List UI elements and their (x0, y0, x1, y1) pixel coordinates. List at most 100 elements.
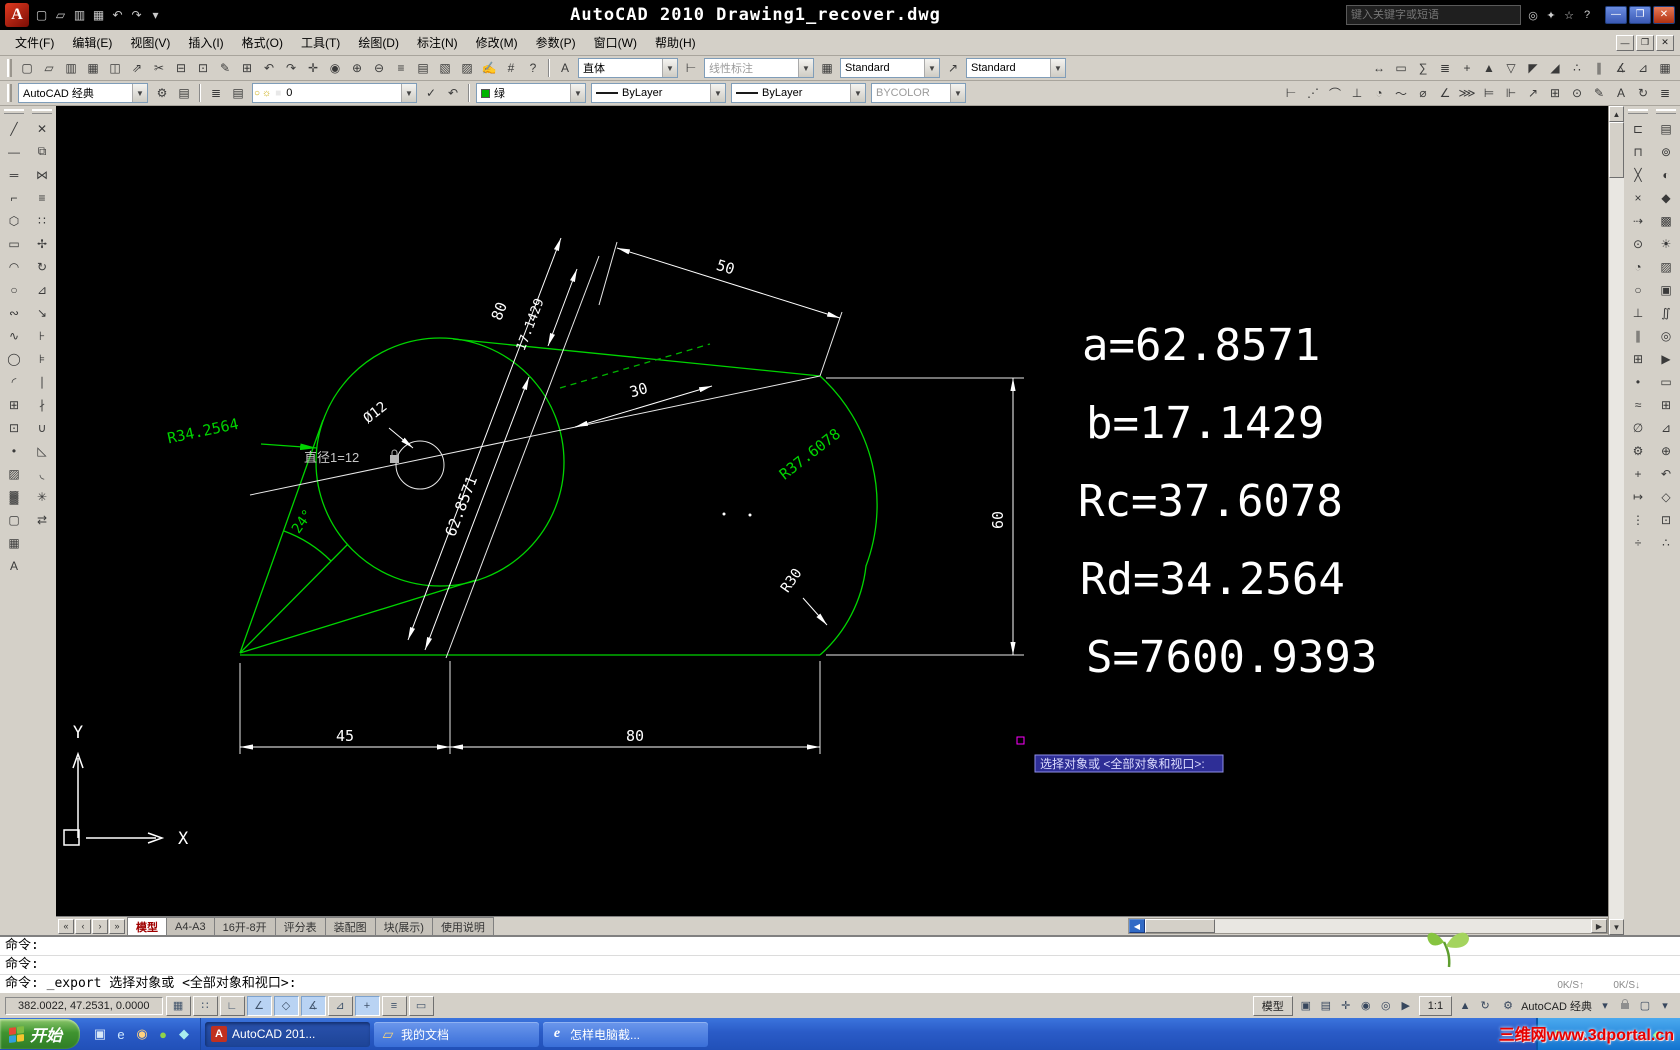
revision-cloud[interactable]: ∾ (2, 301, 26, 324)
infocenter-help-icon[interactable]: ? (1578, 6, 1596, 24)
first-tab-button[interactable]: « (58, 918, 74, 934)
menu-modify[interactable]: 修改(M) (467, 30, 527, 55)
dim-style-manager[interactable]: ≣ (1654, 83, 1676, 104)
snap-toggle[interactable]: ▦ (165, 995, 191, 1016)
new-file[interactable]: ▢ (16, 58, 38, 79)
chevron-down-icon[interactable]: ▼ (662, 59, 677, 77)
orbit-3d[interactable]: ⊚ (1654, 140, 1678, 163)
make-block[interactable]: ⊡ (2, 416, 26, 439)
menu-dimension[interactable]: 标注(N) (408, 30, 467, 55)
units[interactable]: ∡ (1610, 58, 1632, 79)
toolbar-grip[interactable] (7, 84, 12, 102)
menu-edit[interactable]: 编辑(E) (63, 30, 121, 55)
zoom-window[interactable]: ⊕ (346, 58, 368, 79)
dyn-toggle[interactable]: + (354, 995, 380, 1016)
point-style[interactable]: ∴ (1566, 58, 1588, 79)
pan-realtime[interactable]: ✛ (302, 58, 324, 79)
snap-to-intersection[interactable]: ╳ (1626, 163, 1650, 186)
help[interactable]: ? (522, 58, 544, 79)
tab-model[interactable]: 模型 (127, 917, 167, 935)
qat-plot[interactable]: ▦ (89, 6, 108, 25)
dim-linear[interactable]: ⊢ (1280, 83, 1302, 104)
menu-help[interactable]: 帮助(H) (646, 30, 705, 55)
quick-launch-msn[interactable]: ◆ (175, 1025, 193, 1043)
menu-view[interactable]: 视图(V) (121, 30, 179, 55)
ucs-object[interactable]: ⊡ (1654, 508, 1678, 531)
style-icon[interactable]: A (554, 58, 576, 79)
snap-to-midpoint[interactable]: ⊓ (1626, 140, 1650, 163)
polar-toggle[interactable]: ∠ (246, 995, 272, 1016)
dim-radius[interactable]: ◔ (1368, 83, 1390, 104)
sheet-set-manager[interactable]: ▨ (456, 58, 478, 79)
hide[interactable]: ◆ (1654, 186, 1678, 209)
lineweight-combo[interactable]: ByLayer ▼ (731, 83, 866, 103)
chevron-down-icon[interactable]: ▼ (570, 84, 585, 102)
app-menu-logo[interactable]: A (5, 3, 29, 27)
toolbar-grip[interactable] (32, 109, 52, 114)
named-views[interactable]: ▤ (1654, 117, 1678, 140)
extend[interactable]: ⊧ (30, 347, 54, 370)
copy[interactable]: ⧉ (30, 140, 54, 163)
show-motion[interactable]: ▶ (1654, 347, 1678, 370)
tab-a4-a3[interactable]: A4-A3 (166, 917, 215, 935)
style-icon[interactable]: ⊢ (680, 58, 702, 79)
maximize-button[interactable]: ❐ (1629, 6, 1651, 24)
communication-center-icon[interactable]: ✦ (1542, 6, 1560, 24)
dim-ordinate[interactable]: ⊥ (1346, 83, 1368, 104)
ortho-toggle[interactable]: ∟ (219, 995, 245, 1016)
annotation-autoscale[interactable]: ↻ (1475, 996, 1495, 1016)
osnap-toggle[interactable]: ◇ (273, 995, 299, 1016)
rotate[interactable]: ↻ (30, 255, 54, 278)
cut-clip[interactable]: ✂ (148, 58, 170, 79)
break-at-point[interactable]: ∣ (30, 370, 54, 393)
start-button[interactable]: 开始 (0, 1019, 81, 1049)
trim[interactable]: ⊦ (30, 324, 54, 347)
undo[interactable]: ↶ (258, 58, 280, 79)
pan-tool[interactable]: ✛ (1336, 996, 1356, 1016)
save-file[interactable]: ▥ (60, 58, 82, 79)
draworder-back[interactable]: ▽ (1500, 58, 1522, 79)
draworder-front[interactable]: ▲ (1478, 58, 1500, 79)
menu-parametric[interactable]: 参数(P) (527, 30, 585, 55)
snap-to-node[interactable]: • (1626, 370, 1650, 393)
quick-launch-desktop[interactable]: ▣ (91, 1025, 109, 1043)
polyline[interactable]: ⌐ (2, 186, 26, 209)
scroll-down-button[interactable]: ▼ (1609, 919, 1624, 935)
stretch[interactable]: ↘ (30, 301, 54, 324)
fillet[interactable]: ◟ (30, 462, 54, 485)
clean-screen[interactable]: ▢ (1635, 996, 1655, 1016)
infocenter-search-input[interactable] (1351, 9, 1516, 21)
dim-aligned[interactable]: ⋰ (1302, 83, 1324, 104)
dim-text-edit[interactable]: A (1610, 83, 1632, 104)
chevron-down-icon[interactable]: ▼ (1050, 59, 1065, 77)
point-filters[interactable]: ⋮ (1626, 508, 1650, 531)
layer-on-icon[interactable]: ○ (253, 88, 261, 99)
list-object[interactable]: ≣ (1434, 58, 1456, 79)
ducs-toggle[interactable]: ⊿ (327, 995, 353, 1016)
menu-window[interactable]: 窗口(W) (585, 30, 646, 55)
snap-from[interactable]: ↦ (1626, 485, 1650, 508)
snap-to-perpendicular[interactable]: ⊥ (1626, 301, 1650, 324)
construction-line[interactable]: — (2, 140, 26, 163)
steering-wheel-tool[interactable]: ◎ (1376, 996, 1396, 1016)
dim-arc-length[interactable]: ⌒ (1324, 83, 1346, 104)
hscroll-track[interactable] (1215, 919, 1591, 933)
qp-toggle[interactable]: ▭ (408, 995, 434, 1016)
snap-to-quadrant[interactable]: ◔ (1626, 255, 1650, 278)
osnap-settings[interactable]: ⚙ (1626, 439, 1650, 462)
ellipse-arc[interactable]: ◜ (2, 370, 26, 393)
shade[interactable]: ▩ (1654, 209, 1678, 232)
chevron-down-icon[interactable]: ▼ (798, 59, 813, 77)
diameter-constraint-label[interactable]: 直径1=12 (304, 449, 399, 465)
workspace-combo[interactable]: AutoCAD 经典 ▼ (18, 83, 148, 103)
menu-insert[interactable]: 插入(I) (179, 30, 232, 55)
zoom-tool[interactable]: ◉ (1356, 996, 1376, 1016)
snap-to-extension[interactable]: ⇢ (1626, 209, 1650, 232)
workspace-switch-gear-icon[interactable]: ⚙ (1498, 996, 1518, 1016)
point[interactable]: • (2, 439, 26, 462)
publish[interactable]: ⇗ (126, 58, 148, 79)
plot-preview[interactable]: ◫ (104, 58, 126, 79)
table[interactable]: ▦ (2, 531, 26, 554)
offset[interactable]: ≡ (30, 186, 54, 209)
favorites-icon[interactable]: ☆ (1560, 6, 1578, 24)
